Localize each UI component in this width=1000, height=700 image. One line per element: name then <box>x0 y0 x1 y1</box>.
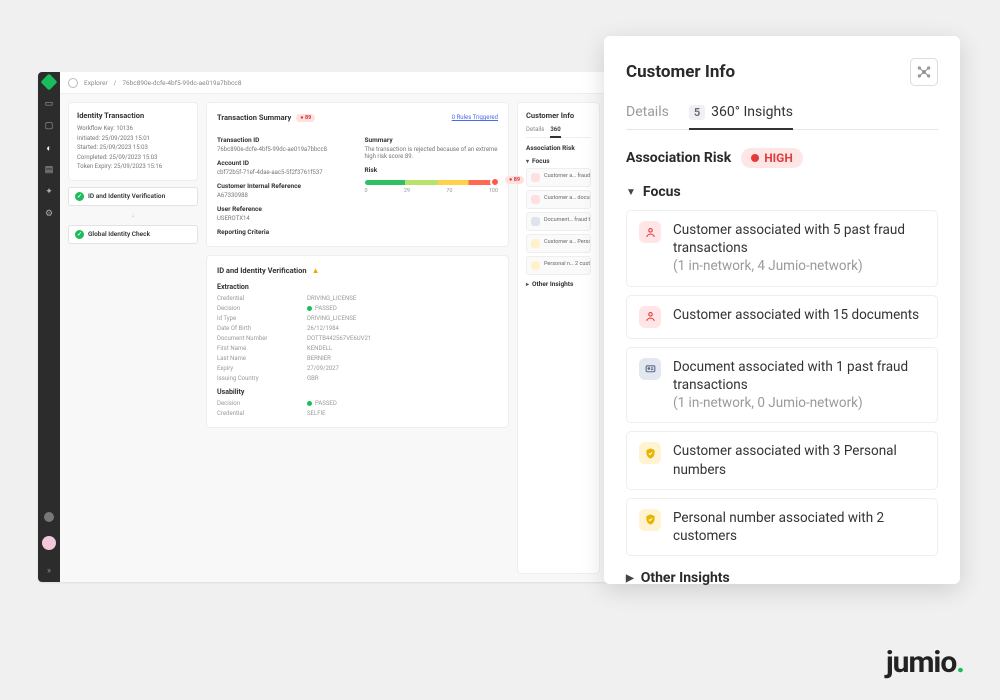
rail-help-icon[interactable] <box>44 512 54 522</box>
other-insights-toggle[interactable]: ▶ Other Insights <box>626 570 938 586</box>
person-red-icon <box>639 221 661 243</box>
rail-icon-3[interactable]: ◐ <box>43 142 55 154</box>
rules-triggered-link[interactable]: 0 Rules Triggered <box>452 114 498 121</box>
breadcrumb-app[interactable]: Explorer <box>84 79 108 87</box>
insight-item[interactable]: Document associated with 1 past fraud tr… <box>626 347 938 424</box>
extraction-heading: Extraction <box>217 283 498 291</box>
caret-down-icon: ▼ <box>626 187 636 198</box>
app-shell: ▭ ▢ ◐ ▤ ✦ ⚙ » Explorer / 76bc890e-dcfe-4… <box>38 72 608 582</box>
rail-icon-6[interactable]: ⚙ <box>43 208 55 220</box>
avatar[interactable] <box>42 536 56 550</box>
rail-icon-4[interactable]: ▤ <box>43 164 55 176</box>
customer-info-tabs: Details 5360° Insights <box>626 104 938 130</box>
high-dot-icon <box>751 154 759 162</box>
tab-details[interactable]: Details <box>626 104 669 129</box>
shield-yellow-icon <box>639 442 661 464</box>
insight-item[interactable]: Customer associated with 3 Personal numb… <box>626 431 938 489</box>
identity-transaction-panel: Identity Transaction Workflow Key: 10136… <box>68 102 198 181</box>
risk-marker-icon <box>490 177 500 187</box>
graph-view-button[interactable] <box>910 58 938 86</box>
logo-icon <box>41 74 58 91</box>
mini-tab-360[interactable]: 360 <box>550 126 560 138</box>
idv-card: ID and Identity Verification ▲ Extractio… <box>206 255 509 428</box>
check-icon: ✓ <box>75 230 84 239</box>
risk-bar <box>365 180 499 185</box>
warning-icon: ▲ <box>312 266 320 275</box>
card-gray-icon <box>639 358 661 380</box>
extraction-grid: CredentialDRIVING_LICENSEDecisionPASSEDI… <box>217 295 498 382</box>
insights-list: Customer associated with 5 past fraud tr… <box>626 210 938 556</box>
breadcrumb: Explorer / 76bc890e-dcfe-4bf5-99dc-ae019… <box>60 72 608 94</box>
risk-high-badge: HIGH <box>741 148 803 168</box>
rail-icon-5[interactable]: ✦ <box>43 186 55 198</box>
caret-right-icon: ▶ <box>626 573 634 584</box>
risk-score-badge: ● 89 <box>296 114 315 122</box>
graph-icon <box>916 64 932 80</box>
app-main: Explorer / 76bc890e-dcfe-4bf5-99dc-ae019… <box>60 72 608 582</box>
tx-summary-title: Transaction Summary <box>217 113 291 122</box>
risk-value-badge: ● 89 <box>505 176 524 184</box>
customer-info-title: Customer Info <box>626 62 735 82</box>
jumio-logo: jumio. <box>886 645 964 680</box>
caret-down-icon[interactable]: ▾ <box>526 158 529 165</box>
step-id-verification[interactable]: ✓ ID and Identity Verification <box>68 187 198 206</box>
insights-count-badge: 5 <box>689 105 705 120</box>
usability-heading: Usability <box>217 388 498 396</box>
rail-collapse-icon[interactable]: » <box>47 566 51 576</box>
nav-rail: ▭ ▢ ◐ ▤ ✦ ⚙ » <box>38 72 60 582</box>
tab-360-insights[interactable]: 5360° Insights <box>689 104 793 130</box>
step-global-identity[interactable]: ✓ Global Identity Check <box>68 225 198 244</box>
insight-item[interactable]: Personal number associated with 2 custom… <box>626 498 938 556</box>
caret-right-icon[interactable]: ▸ <box>526 281 529 288</box>
identity-title: Identity Transaction <box>77 111 189 120</box>
rail-icon-1[interactable]: ▭ <box>43 98 55 110</box>
shield-yellow-icon <box>639 509 661 531</box>
breadcrumb-icon <box>68 78 78 88</box>
customer-info-panel: Customer Info Details 5360° Insights Ass… <box>604 36 960 584</box>
focus-section-toggle[interactable]: ▼ Focus <box>626 184 938 200</box>
usability-grid: DecisionPASSEDCredentialSELFIE <box>217 400 498 417</box>
arrow-down-icon: ↓ <box>68 212 198 219</box>
rail-icon-2[interactable]: ▢ <box>43 120 55 132</box>
person-red-icon <box>639 306 661 328</box>
insight-item[interactable]: Customer associated with 5 past fraud tr… <box>626 210 938 287</box>
customer-info-mini: Customer Info Details 360 Association Ri… <box>517 102 600 574</box>
check-icon: ✓ <box>75 192 84 201</box>
idv-title: ID and Identity Verification <box>217 266 307 275</box>
insight-item[interactable]: Customer associated with 15 documents <box>626 295 938 339</box>
transaction-summary-card: Transaction Summary ● 89 0 Rules Trigger… <box>206 102 509 247</box>
mini-tab-details[interactable]: Details <box>526 126 544 133</box>
breadcrumb-id: 76bc890e-dcfe-4bf5-99dc-ae019a7bbcc8 <box>122 79 241 87</box>
association-risk-label: Association Risk <box>626 150 731 166</box>
